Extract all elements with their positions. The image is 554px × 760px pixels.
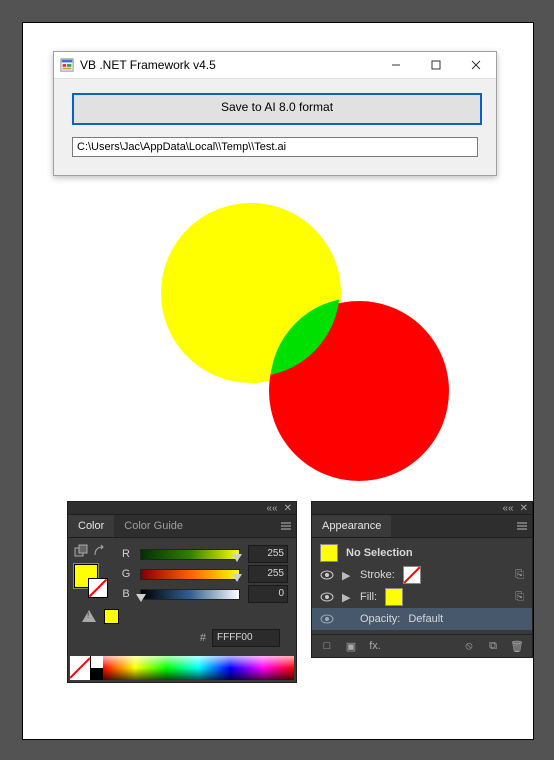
opacity-value[interactable]: Default xyxy=(408,613,443,625)
panel-collapse-icon[interactable]: «« xyxy=(502,503,513,514)
window-body: Save to AI 8.0 format xyxy=(54,79,496,175)
clear-icon[interactable]: ⦸ xyxy=(462,640,476,653)
appearance-body: No Selection ▶ Stroke: ⎘ ▶ Fill: ⎘ xyxy=(312,538,532,634)
fill-link-icon[interactable]: ⎘ xyxy=(515,591,524,604)
save-button[interactable]: Save to AI 8.0 format xyxy=(72,93,482,125)
new-fill-icon[interactable]: ▣ xyxy=(344,640,358,653)
b-value[interactable]: 0 xyxy=(248,585,288,603)
color-panel: «« ✕ Color Color Guide R xyxy=(67,501,297,683)
panel-menu-icon[interactable] xyxy=(512,515,532,537)
r-slider[interactable] xyxy=(140,549,240,560)
stroke-swatch-none[interactable] xyxy=(88,578,108,598)
fill-row[interactable]: ▶ Fill: ⎘ xyxy=(312,586,532,608)
add-effect-icon[interactable]: fx. xyxy=(368,640,382,652)
close-button[interactable] xyxy=(456,52,496,78)
r-label: R xyxy=(120,548,132,560)
window-titlebar[interactable]: VB .NET Framework v4.5 xyxy=(54,52,496,79)
opacity-row[interactable]: Opacity: Default xyxy=(312,608,532,630)
tab-color-guide[interactable]: Color Guide xyxy=(114,515,193,537)
g-value[interactable]: 255 xyxy=(248,565,288,583)
swap-icon[interactable] xyxy=(92,544,106,558)
panel-collapse-icon[interactable]: «« xyxy=(266,503,277,514)
expand-icon[interactable]: ▶ xyxy=(342,591,352,604)
hex-value-input[interactable]: FFFF00 xyxy=(212,629,280,647)
duplicate-icon[interactable]: ⧉ xyxy=(486,640,500,653)
fill-stroke-toggle-icon[interactable] xyxy=(74,544,88,558)
visibility-icon[interactable] xyxy=(320,568,334,582)
delete-icon[interactable]: 🗑 xyxy=(510,640,524,653)
appearance-footer: □ ▣ fx. ⦸ ⧉ 🗑 xyxy=(312,634,532,657)
file-path-input[interactable] xyxy=(72,137,478,157)
selection-thumb xyxy=(320,544,338,562)
artboard: VB .NET Framework v4.5 Save to AI 8.0 fo… xyxy=(22,22,534,740)
app-icon xyxy=(60,58,74,72)
g-label: G xyxy=(120,568,132,580)
out-of-gamut-icon[interactable] xyxy=(82,610,96,622)
no-selection-label: No Selection xyxy=(346,547,413,559)
none-color-icon[interactable] xyxy=(70,656,91,680)
r-value[interactable]: 255 xyxy=(248,545,288,563)
expand-icon[interactable]: ▶ xyxy=(342,569,352,582)
panel-header[interactable]: «« ✕ xyxy=(312,502,532,515)
stroke-thumb-none[interactable] xyxy=(403,566,421,584)
minimize-button[interactable] xyxy=(376,52,416,78)
hue-spectrum[interactable] xyxy=(103,656,294,680)
vb-dialog-window: VB .NET Framework v4.5 Save to AI 8.0 fo… xyxy=(53,51,497,176)
stroke-label: Stroke: xyxy=(360,569,395,581)
stroke-link-icon[interactable]: ⎘ xyxy=(515,569,524,582)
fill-label: Fill: xyxy=(360,591,377,603)
opacity-label: Opacity: xyxy=(360,613,400,625)
panel-close-icon[interactable]: ✕ xyxy=(520,503,528,514)
panel-close-icon[interactable]: ✕ xyxy=(284,503,292,514)
panel-header[interactable]: «« ✕ xyxy=(68,502,296,515)
canvas-shapes xyxy=(161,203,446,493)
new-stroke-icon[interactable]: □ xyxy=(320,640,334,652)
visibility-icon[interactable] xyxy=(320,612,334,626)
b-label: B xyxy=(120,588,132,600)
appearance-panel: «« ✕ Appearance No Selection ▶ Stroke: xyxy=(311,501,533,658)
spectrum-bar[interactable] xyxy=(70,656,294,680)
gamut-swatch[interactable] xyxy=(104,609,119,624)
fill-stroke-swatches[interactable] xyxy=(74,564,104,594)
stroke-row[interactable]: ▶ Stroke: ⎘ xyxy=(312,564,532,586)
tab-color[interactable]: Color xyxy=(68,515,114,537)
bw-column[interactable] xyxy=(91,656,103,680)
g-slider[interactable] xyxy=(140,569,240,580)
fill-thumb[interactable] xyxy=(385,588,403,606)
b-slider[interactable] xyxy=(140,589,240,600)
color-panel-body: R 255 G 255 B 0 # xyxy=(68,538,296,654)
hex-hash-icon: # xyxy=(200,632,206,644)
no-selection-row: No Selection xyxy=(312,542,532,564)
green-intersection xyxy=(161,203,446,483)
maximize-button[interactable] xyxy=(416,52,456,78)
visibility-icon[interactable] xyxy=(320,590,334,604)
panel-menu-icon[interactable] xyxy=(276,515,296,537)
window-title: VB .NET Framework v4.5 xyxy=(80,58,376,72)
tab-appearance[interactable]: Appearance xyxy=(312,515,391,537)
